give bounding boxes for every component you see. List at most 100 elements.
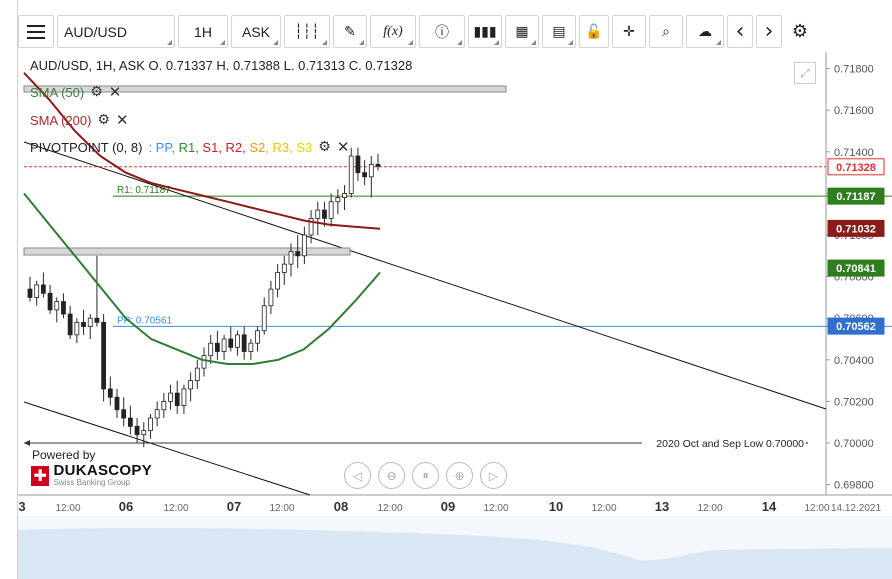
candle-body [168,392,173,402]
pivot-part: R3, [268,139,293,155]
pivot-part: S3 [292,139,313,155]
draw-pencil-icon-glyph: ✎ [344,23,356,40]
indicator-pivot[interactable]: PIVOTPOINT (0, 8) : PP, R1, S1, R2, S2, … [30,138,349,156]
candle-body [174,392,180,406]
ohlc-info-line: AUD/USD, 1H, ASK O. 0.71337 H. 0.71388 L… [30,58,413,73]
price-chart[interactable]: 0.718000.716000.714000.712000.710000.708… [18,52,892,579]
candle-body [255,330,260,344]
candle-body [315,209,321,219]
close-icon[interactable]: ✕ [337,138,350,156]
upload-icon-glyph: ☁ [698,23,712,40]
next-icon-glyph: › [764,19,774,44]
candle-body [141,430,147,436]
x-tick-label: 13 [655,499,669,514]
calculator-icon[interactable]: ▤ [542,15,576,48]
gear-icon[interactable]: ⚙ [97,112,110,128]
calendar-icon-glyph: ▦ [515,23,529,40]
price-tag-label: 0.71328 [836,162,876,174]
calculator-icon-glyph: ▤ [552,23,566,40]
low-annotation: 2020 Oct and Sep Low 0.70000 [656,438,804,450]
y-tick-label: 0.71600 [834,105,874,117]
pause-icon[interactable]: ⏸ [412,462,439,489]
menu-icon-lines [27,24,45,39]
gear-icon[interactable]: ⚙ [90,84,103,100]
symbol-selector[interactable]: AUD/USD [57,15,175,48]
candle-body [81,321,86,327]
brand-name: DUKASCOPY [53,462,152,479]
candle-body [301,234,307,257]
function-icon[interactable]: f(x) [370,15,416,48]
candle-body [201,355,207,369]
zoom-icon[interactable]: ⌕ [649,15,683,48]
chart-navigation: ◁ ⊖ ⏸ ⊕ ▷ [344,462,514,489]
gear-icon[interactable]: ⚙ [318,139,331,155]
candle-body [34,284,40,298]
bar-chart-icon-glyph: ▮▮▮ [473,23,497,40]
bar-chart-icon[interactable]: ▮▮▮ [468,15,502,48]
candle-body [114,396,120,411]
pivot-part: R2, [221,139,246,155]
lock-icon[interactable]: 🔓 [579,15,609,48]
candle-body [188,380,194,390]
candle-type-icon-glyph: ┆┆┆ [294,23,320,40]
powered-by-logo: Powered by ✚ DUKASCOPY Swiss Banking Gro… [28,448,152,490]
scroll-left-icon[interactable]: ◁ [344,462,371,489]
indicator-sma50[interactable]: SMA (50) ⚙ ✕ [30,83,121,101]
candle-body [94,317,100,323]
candle-body [368,163,374,178]
candle-body [161,401,167,411]
candle-body [107,388,113,398]
candle-body [281,263,287,273]
pivot-part: S1, [198,139,222,155]
x-tick-label: 12:00 [163,503,188,514]
candle-body [148,417,153,431]
close-icon[interactable]: ✕ [109,83,122,101]
x-tick-label: 14.12.2021 [831,503,881,514]
zoom-in-icon[interactable]: ⊕ [446,462,473,489]
trendline-upper [23,141,827,410]
close-icon[interactable]: ✕ [116,111,129,129]
function-icon-glyph: f(x) [383,23,403,39]
candle-body [235,334,240,348]
candle-body [322,209,327,219]
timeframe-selector[interactable]: 1H [178,15,228,48]
price-tag-label: 0.71187 [836,191,875,203]
price-tag-label: 0.70841 [836,263,876,275]
scroll-right-icon[interactable]: ▷ [480,462,507,489]
candle-body [214,342,220,352]
expand-icon[interactable]: ⤢ [794,62,816,84]
info-icon[interactable]: ⓘ [419,15,465,48]
candle-body [208,342,214,357]
prev-icon-glyph: ‹ [735,19,745,44]
candle-body [342,193,347,198]
draw-pencil-icon[interactable]: ✎ [333,15,367,48]
candle-type-icon[interactable]: ┆┆┆ [284,15,330,48]
brand-tagline: Swiss Banking Group [53,478,130,487]
upload-icon[interactable]: ☁ [686,15,724,48]
candle-body [47,292,53,311]
indicator-sma200[interactable]: SMA (200) ⚙ ✕ [30,111,129,129]
price-side-selector[interactable]: ASK [231,15,281,48]
y-tick-label: 0.70400 [834,355,874,367]
x-tick-label: 06 [119,499,133,514]
candle-body [40,284,46,294]
gear-icon[interactable]: ⚙ [785,15,815,48]
candle-body [362,172,368,178]
calendar-icon[interactable]: ▦ [505,15,539,48]
candle-body [241,334,247,352]
zoom-out-icon[interactable]: ⊖ [378,462,405,489]
x-tick-label: 07 [227,499,241,514]
x-tick-label: 12:00 [483,503,508,514]
candle-body [154,409,160,419]
lock-icon-glyph: 🔓 [585,23,603,40]
prev-icon[interactable]: ‹ [727,15,753,48]
candle-body [288,251,294,265]
candle-body [194,367,200,382]
crosshair-icon[interactable]: ✛ [612,15,646,48]
symbol-label: AUD/USD [64,23,128,40]
chart-canvas[interactable]: 0.718000.716000.714000.712000.710000.708… [18,52,892,579]
y-tick-label: 0.69800 [834,480,874,492]
hamburger-menu-icon[interactable] [18,15,54,48]
next-icon[interactable]: › [756,15,782,48]
price-tag-label: 0.71032 [836,223,876,235]
